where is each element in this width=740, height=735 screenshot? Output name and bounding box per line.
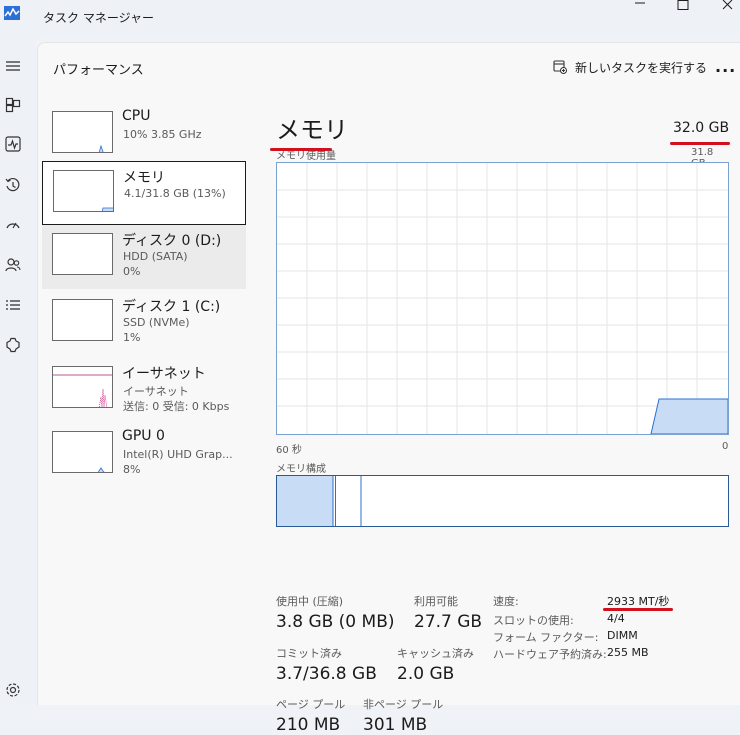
nav-rail: [0, 36, 36, 705]
slots-used-value: 4/4: [607, 612, 625, 625]
gpu-thumbnail-graph: [52, 431, 113, 473]
memory-composition-label: メモリ構成: [276, 464, 326, 475]
resource-name: CPU: [122, 108, 151, 124]
in-use-label: 使用中 (圧縮): [276, 595, 344, 608]
processes-icon[interactable]: [5, 97, 21, 113]
resource-item-cpu[interactable]: CPU 10% 3.85 GHz: [42, 103, 246, 167]
maximize-icon[interactable]: [673, 0, 693, 14]
services-icon[interactable]: [5, 337, 21, 353]
resource-item-ethernet[interactable]: イーサネット イーサネット 送信: 0 受信: 0 Kbps: [42, 358, 246, 422]
memory-usage-graph: [276, 162, 729, 435]
form-factor-value: DIMM: [607, 629, 638, 642]
main-panel: パフォーマンス 新しいタスクを実行する ... CPU 10% 3.85 GHz: [37, 42, 740, 735]
resource-name: GPU 0: [122, 428, 165, 444]
disk-1-thumbnail-graph: [52, 299, 113, 341]
window-title: タスク マネージャー: [43, 11, 154, 25]
nonpaged-pool-value: 301 MB: [363, 715, 428, 735]
resource-usage: 0%: [123, 265, 141, 278]
speed-value: 2933 MT/秒: [607, 595, 670, 608]
resource-name: イーサネット: [122, 366, 206, 382]
resource-item-disk-0[interactable]: ディスク 0 (D:) HDD (SATA) 0%: [42, 225, 246, 289]
resource-usage: 8%: [123, 463, 141, 476]
available-value: 27.7 GB: [414, 612, 483, 632]
committed-value: 3.7/36.8 GB: [276, 664, 377, 684]
form-factor-label: フォーム ファクター:: [493, 631, 599, 644]
available-label: 利用可能: [414, 595, 458, 608]
resource-item-disk-1[interactable]: ディスク 1 (C:) SSD (NVMe) 1%: [42, 291, 246, 355]
performance-icon[interactable]: [5, 136, 21, 152]
time-axis-left: 60 秒: [276, 445, 302, 456]
resource-name: メモリ: [123, 170, 165, 186]
resource-detail: 4.1/31.8 GB (13%): [124, 187, 226, 200]
resource-name: ディスク 1 (C:): [122, 299, 221, 315]
resource-detail: イーサネット: [123, 385, 189, 398]
cached-label: キャッシュ済み: [397, 647, 474, 660]
committed-label: コミット済み: [276, 647, 342, 660]
run-task-icon: [553, 60, 567, 74]
disk-0-thumbnail-graph: [52, 233, 113, 275]
resource-detail: HDD (SATA): [123, 250, 188, 263]
page-title: パフォーマンス: [53, 63, 144, 78]
hardware-reserved-label: ハードウェア予約済み:: [493, 648, 607, 661]
slots-used-label: スロットの使用:: [493, 614, 574, 627]
speed-underline-annotation: [603, 608, 673, 611]
memory-composition-bar: [276, 475, 729, 527]
more-options-button[interactable]: ...: [715, 57, 736, 76]
capacity-underline-annotation: [670, 142, 730, 145]
memory-usage-area: [650, 398, 729, 435]
cached-value: 2.0 GB: [397, 664, 455, 684]
resource-detail: SSD (NVMe): [123, 316, 190, 329]
cpu-thumbnail-graph: [52, 111, 113, 153]
settings-gear-icon[interactable]: [5, 682, 21, 698]
paged-pool-label: ページ プール: [276, 698, 346, 711]
page-header: パフォーマンス 新しいタスクを実行する ...: [38, 43, 740, 91]
hamburger-menu-icon[interactable]: [5, 58, 21, 74]
resource-throughput: 送信: 0 受信: 0 Kbps: [123, 400, 230, 413]
resource-item-gpu[interactable]: GPU 0 Intel(R) UHD Grap... 8%: [42, 423, 246, 487]
resource-item-memory[interactable]: メモリ 4.1/31.8 GB (13%): [42, 161, 246, 225]
nonpaged-pool-label: 非ページ プール: [363, 698, 444, 711]
memory-usage-label: メモリ使用量: [276, 151, 336, 162]
speed-label: 速度:: [493, 595, 519, 608]
minimize-icon[interactable]: [630, 0, 650, 14]
memory-capacity: 32.0 GB: [673, 120, 730, 136]
memory-thumbnail-graph: [53, 170, 114, 212]
hardware-reserved-value: 255 MB: [607, 646, 649, 659]
close-icon[interactable]: [718, 0, 738, 14]
resource-detail: 10% 3.85 GHz: [123, 128, 202, 141]
detail-title: メモリ: [276, 116, 348, 144]
run-task-label: 新しいタスクを実行する: [575, 60, 708, 75]
resource-name: ディスク 0 (D:): [122, 233, 222, 249]
paged-pool-value: 210 MB: [276, 715, 341, 735]
resource-usage: 1%: [123, 331, 141, 344]
in-use-value: 3.8 GB (0 MB): [276, 612, 395, 632]
resource-detail: Intel(R) UHD Grap...: [123, 448, 233, 461]
users-icon[interactable]: [5, 257, 21, 273]
task-manager-app-icon: [4, 6, 20, 20]
time-axis-right: 0: [722, 441, 729, 452]
startup-apps-icon[interactable]: [5, 217, 21, 233]
details-icon[interactable]: [5, 297, 21, 313]
title-bar: タスク マネージャー: [0, 0, 740, 36]
ethernet-thumbnail-graph: [52, 366, 113, 408]
app-history-icon[interactable]: [5, 177, 21, 193]
run-new-task-button[interactable]: 新しいタスクを実行する: [553, 57, 707, 77]
